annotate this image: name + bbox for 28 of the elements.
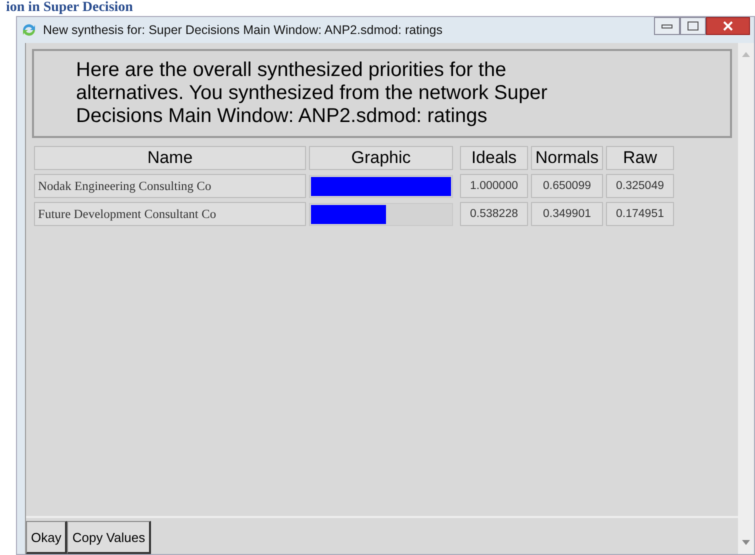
column-header: Ideals xyxy=(460,146,528,170)
table-cell: 0.325049 xyxy=(606,174,674,198)
table-cell: Future Development Consultant Co xyxy=(34,202,306,226)
dialog-button[interactable]: Copy Values xyxy=(67,521,152,554)
column-header: Raw xyxy=(606,146,674,170)
column-header: Name xyxy=(34,146,306,170)
refresh-icon xyxy=(21,22,37,38)
dialog-button[interactable]: Okay xyxy=(26,521,68,554)
minimize-icon xyxy=(661,22,673,30)
page-heading: ion in Super Decision xyxy=(5,0,133,16)
maximize-icon xyxy=(687,21,699,31)
down-arrow-icon xyxy=(742,540,750,546)
up-arrow-icon xyxy=(742,51,750,57)
table-cell: 1.000000 xyxy=(460,174,528,198)
column-header: Normals xyxy=(531,146,603,170)
table-cell: Nodak Engineering Consulting Co xyxy=(34,174,306,198)
table-cell: 0.174951 xyxy=(606,202,674,226)
maximize-button[interactable] xyxy=(680,17,706,35)
message-text: Here are the overall synthesized priorities for the alternatives. You synthesized from the network Super Decisions Main Window: ANP2.sdmod: ratings xyxy=(32,49,732,138)
scrollbar[interactable] xyxy=(738,43,754,554)
minimize-button[interactable] xyxy=(654,17,680,35)
table-cell: 0.650099 xyxy=(531,174,603,198)
close-icon xyxy=(723,21,733,31)
window-title: New synthesis for: Super Decisions Main Window: ANP2.sdmod: ratings xyxy=(43,23,442,37)
column-header: Graphic xyxy=(309,146,453,170)
table-cell: 0.538228 xyxy=(460,202,528,226)
table-cell: 0.349901 xyxy=(531,202,603,226)
close-button[interactable] xyxy=(706,17,750,35)
